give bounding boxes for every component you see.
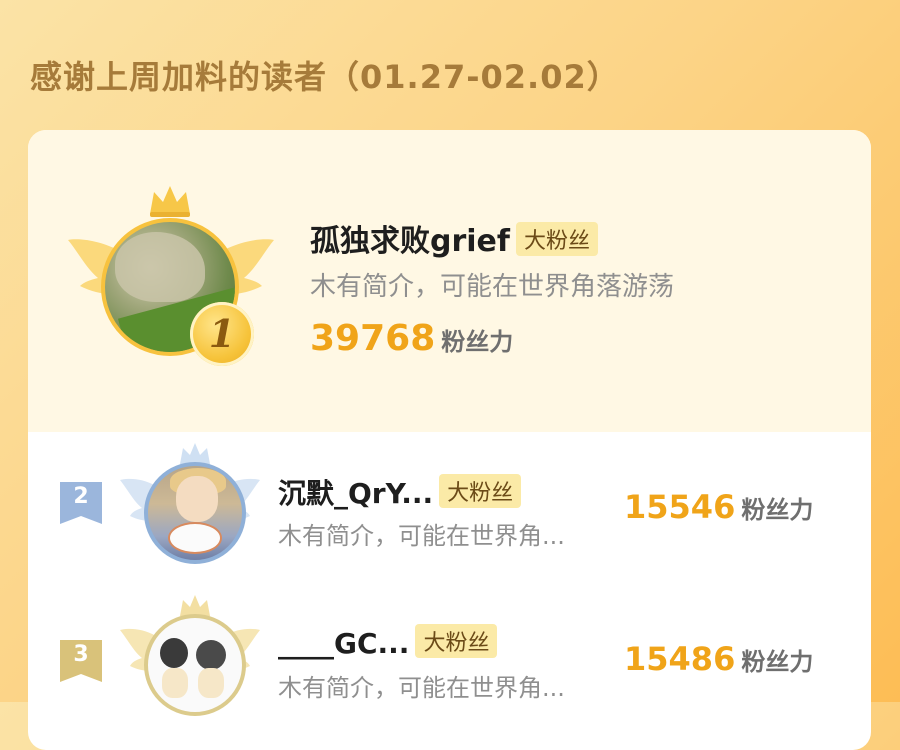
- rank-number-text: 3: [73, 642, 89, 667]
- rank-3-name[interactable]: ____GC... 大粉丝: [278, 624, 498, 660]
- rank-2-fan-power: 15546 粉丝力: [624, 488, 813, 526]
- rank-3-entry[interactable]: 3 ____GC... 大粉丝 木有简介，可能在世界角... 15486 粉丝力: [28, 582, 871, 732]
- crown-icon: [150, 186, 190, 217]
- fan-power-label: 粉丝力: [441, 328, 514, 356]
- rank-1-name[interactable]: 孤独求败grief 大粉丝: [310, 216, 598, 260]
- fan-power-label: 粉丝力: [741, 496, 814, 524]
- rank-3-bio: 木有简介，可能在世界角...: [278, 674, 565, 702]
- avatar[interactable]: [144, 462, 246, 564]
- gold-medal-icon: 1: [190, 302, 254, 366]
- rank-1-fan-power: 39768 粉丝力: [310, 318, 513, 359]
- avatar[interactable]: [144, 614, 246, 716]
- fan-level-badge: 大粉丝: [415, 624, 498, 658]
- rank-2-name-text[interactable]: 沉默_QrY...: [278, 477, 433, 510]
- rank-2-entry[interactable]: 2 沉默_QrY... 大粉丝 木有简介，可能在世界角... 15546 粉丝力: [28, 432, 871, 582]
- rank-1-name-text[interactable]: 孤独求败grief: [310, 224, 510, 259]
- rank-3-name-text[interactable]: ____GC...: [278, 627, 409, 660]
- fan-level-badge: 大粉丝: [439, 474, 522, 508]
- page-title: 感谢上周加料的读者（01.27-02.02）: [30, 58, 620, 96]
- fan-level-badge: 大粉丝: [515, 222, 598, 256]
- rank-number-text: 2: [73, 484, 89, 509]
- rank-1-bio: 木有简介，可能在世界角落游荡: [310, 272, 675, 302]
- rank-number: 3: [60, 640, 102, 682]
- rank-2-bio: 木有简介，可能在世界角...: [278, 522, 565, 550]
- fan-power-value: 15546: [624, 488, 736, 526]
- rank-number: 2: [60, 482, 102, 524]
- fan-power-label: 粉丝力: [741, 648, 814, 676]
- fan-power-value: 39768: [310, 318, 436, 359]
- rank-1-entry[interactable]: 1 孤独求败grief 大粉丝 木有简介，可能在世界角落游荡 39768 粉丝力: [28, 130, 871, 432]
- fan-power-value: 15486: [624, 640, 736, 678]
- rank-2-name[interactable]: 沉默_QrY... 大粉丝: [278, 472, 522, 512]
- reader-ranking-card: 1 孤独求败grief 大粉丝 木有简介，可能在世界角落游荡 39768 粉丝力 2…: [28, 130, 871, 750]
- rank-3-fan-power: 15486 粉丝力: [624, 640, 813, 678]
